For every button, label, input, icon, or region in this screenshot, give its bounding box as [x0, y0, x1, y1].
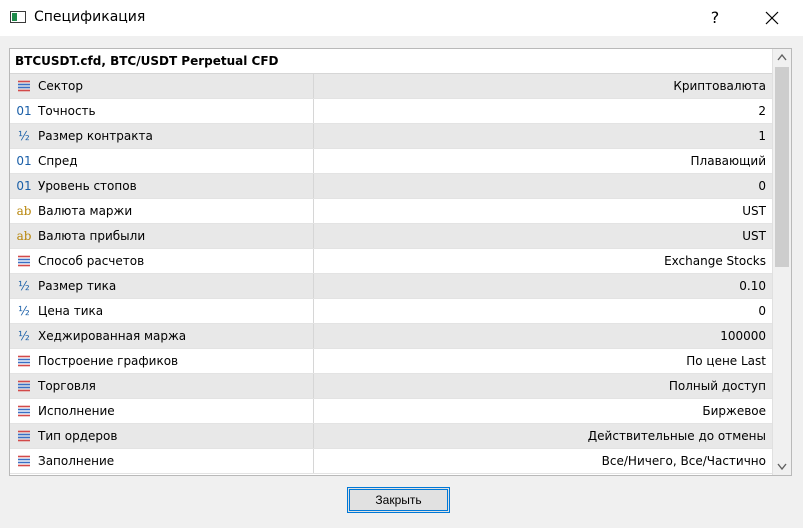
property-name-cell: 01 Точность: [10, 99, 314, 123]
help-button[interactable]: ?: [700, 3, 730, 33]
property-name-cell: ½ Размер тика: [10, 274, 314, 298]
property-label: Размер контракта: [38, 129, 153, 143]
property-label: Размер тика: [38, 279, 117, 293]
property-label: Цена тика: [38, 304, 104, 318]
fraction-icon: ½: [18, 279, 30, 293]
table-row[interactable]: Способ расчетов Exchange Stocks: [10, 249, 772, 274]
property-value: Полный доступ: [668, 379, 766, 393]
close-dialog-button[interactable]: Закрыть: [347, 487, 450, 513]
property-name-cell: 01 Спред: [10, 149, 314, 173]
table-row[interactable]: Исполнение Биржевое: [10, 399, 772, 424]
fraction-icon: ½: [18, 304, 30, 318]
property-name-cell: ½ Размер контракта: [10, 124, 314, 148]
table-row[interactable]: ½ Размер тика 0.10: [10, 274, 772, 299]
list-icon: [15, 453, 33, 469]
specification-dialog: Спецификация ? BTCUSDT.cfd, BTC/USDT Per…: [0, 0, 803, 528]
text-icon: ab: [16, 204, 32, 218]
table-row[interactable]: ½ Размер контракта 1: [10, 124, 772, 149]
table-row[interactable]: Построение графиков По цене Last: [10, 349, 772, 374]
property-value: 0: [758, 179, 766, 193]
property-name-cell: Сектор: [10, 74, 314, 98]
property-name-cell: ab Валюта маржи: [10, 199, 314, 223]
property-name-cell: Построение графиков: [10, 349, 314, 373]
list-icon: [15, 78, 33, 94]
table-row[interactable]: Заполнение Все/Ничего, Все/Частично: [10, 449, 772, 474]
property-label: Валюта прибыли: [38, 229, 146, 243]
list-icon: [15, 403, 33, 419]
close-icon: [765, 11, 779, 25]
property-label: Исполнение: [38, 404, 115, 418]
property-label: Построение графиков: [38, 354, 179, 368]
vertical-scrollbar[interactable]: [772, 49, 791, 475]
property-value: 2: [758, 104, 766, 118]
property-value: Все/Ничего, Все/Частично: [601, 454, 766, 468]
table-row[interactable]: ab Валюта маржи UST: [10, 199, 772, 224]
fraction-icon: ½: [18, 329, 30, 343]
digits-icon: 01: [16, 104, 32, 118]
list-icon: [15, 378, 33, 394]
list-icon: [15, 428, 33, 444]
property-value: Exchange Stocks: [664, 254, 766, 268]
table-row[interactable]: 01 Уровень стопов 0: [10, 174, 772, 199]
property-name-cell: Заполнение: [10, 449, 314, 473]
window-app-icon: [10, 11, 26, 23]
property-name-cell: Способ расчетов: [10, 249, 314, 273]
table-row[interactable]: ab Валюта прибыли UST: [10, 224, 772, 249]
property-label: Спред: [38, 154, 78, 168]
window-close-button[interactable]: [752, 0, 792, 36]
property-label: Способ расчетов: [38, 254, 145, 268]
window-title: Спецификация: [34, 9, 146, 25]
specification-table: BTCUSDT.cfd, BTC/USDT Perpetual CFD Сект…: [9, 48, 792, 476]
property-value: Криптовалюта: [673, 79, 766, 93]
property-name-cell: ½ Хеджированная маржа: [10, 324, 314, 348]
symbol-header: BTCUSDT.cfd, BTC/USDT Perpetual CFD: [10, 49, 772, 74]
property-label: Валюта маржи: [38, 204, 133, 218]
property-name-cell: Исполнение: [10, 399, 314, 423]
property-label: Сектор: [38, 79, 83, 93]
table-row[interactable]: 01 Спред Плавающий: [10, 149, 772, 174]
digits-icon: 01: [16, 179, 32, 193]
scrollbar-thumb[interactable]: [775, 67, 789, 267]
property-name-cell: 01 Уровень стопов: [10, 174, 314, 198]
property-value: 0.10: [739, 279, 766, 293]
property-name-cell: ½ Цена тика: [10, 299, 314, 323]
table-row[interactable]: ½ Хеджированная маржа 100000: [10, 324, 772, 349]
property-name-cell: Торговля: [10, 374, 314, 398]
list-icon: [15, 253, 33, 269]
table-row[interactable]: Сектор Криптовалюта: [10, 74, 772, 99]
title-bar: Спецификация ?: [0, 0, 803, 36]
table-row[interactable]: ½ Цена тика 0: [10, 299, 772, 324]
table-row[interactable]: Торговля Полный доступ: [10, 374, 772, 399]
property-value: UST: [742, 229, 766, 243]
property-value: Действительные до отмены: [587, 429, 766, 443]
scroll-up-arrow-icon[interactable]: [773, 49, 791, 66]
table-row[interactable]: 01 Точность 2: [10, 99, 772, 124]
digits-icon: 01: [16, 154, 32, 168]
property-value: Плавающий: [690, 154, 766, 168]
scroll-down-arrow-icon[interactable]: [773, 458, 791, 475]
table-row[interactable]: Тип ордеров Действительные до отмены: [10, 424, 772, 449]
property-label: Хеджированная маржа: [38, 329, 187, 343]
property-label: Уровень стопов: [38, 179, 137, 193]
property-label: Тип ордеров: [38, 429, 118, 443]
property-value: UST: [742, 204, 766, 218]
property-list: Сектор Криптовалюта 01 Точность 2 ½ Размер кон…: [10, 74, 772, 474]
property-value: По цене Last: [686, 354, 766, 368]
property-label: Торговля: [38, 379, 96, 393]
property-value: Биржевое: [702, 404, 766, 418]
property-value: 1: [758, 129, 766, 143]
property-name-cell: Тип ордеров: [10, 424, 314, 448]
property-label: Точность: [38, 104, 96, 118]
property-value: 100000: [720, 329, 766, 343]
property-label: Заполнение: [38, 454, 115, 468]
list-icon: [15, 353, 33, 369]
text-icon: ab: [16, 229, 32, 243]
property-name-cell: ab Валюта прибыли: [10, 224, 314, 248]
fraction-icon: ½: [18, 129, 30, 143]
property-value: 0: [758, 304, 766, 318]
